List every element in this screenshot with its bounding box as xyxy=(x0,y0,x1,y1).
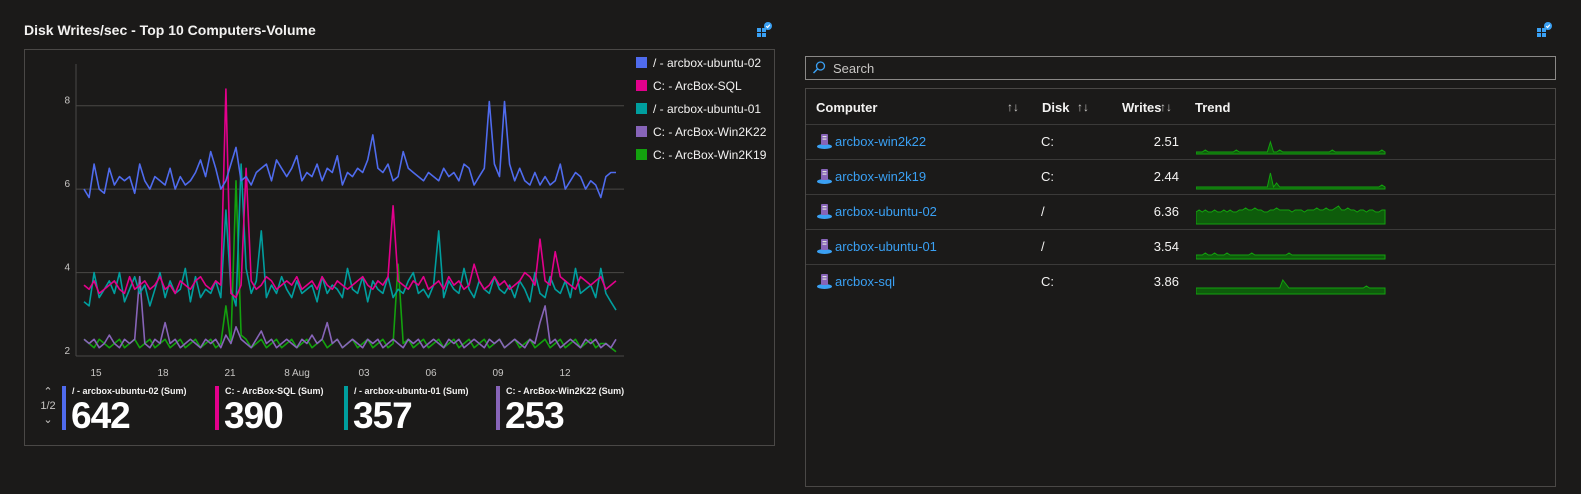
trend-sparkline xyxy=(1196,252,1386,260)
trend-sparkline xyxy=(1196,140,1386,155)
sort-icon[interactable]: ↑↓ xyxy=(1077,100,1089,114)
summary-value: 642 xyxy=(71,395,131,436)
writes-cell: 3.54 xyxy=(1153,239,1179,254)
summary-color-bar xyxy=(496,386,500,430)
pin-to-dashboard-icon[interactable] xyxy=(756,22,772,38)
y-tick-label: 2 xyxy=(64,346,70,357)
x-tick-label: 09 xyxy=(492,368,504,379)
legend-item[interactable]: C: - ArcBox-SQL xyxy=(636,74,766,97)
legend-item[interactable]: C: - ArcBox-Win2K22 xyxy=(636,120,766,143)
summary-tile[interactable]: C: - ArcBox-Win2K22 (Sum) 253 xyxy=(496,386,636,442)
trend-sparkline xyxy=(1196,205,1386,225)
chevron-down-icon[interactable]: ⌄ xyxy=(38,414,58,426)
writes-cell: 2.44 xyxy=(1153,169,1179,184)
computer-link[interactable]: arcbox-win2k19 xyxy=(835,169,926,184)
sparkline-area xyxy=(1196,140,1386,155)
x-tick-label: 8 Aug xyxy=(284,368,310,379)
sparkline-area xyxy=(1196,205,1386,225)
chart-legend: / - arcbox-ubuntu-02 C: - ArcBox-SQL / - a… xyxy=(636,51,766,166)
disk-cell: C: xyxy=(1041,134,1054,149)
y-tick-label: 4 xyxy=(64,263,70,274)
table-row[interactable]: arcbox-sql C: 3.86 xyxy=(806,264,1555,299)
computer-link[interactable]: arcbox-sql xyxy=(835,274,895,289)
y-tick-label: 8 xyxy=(64,96,70,107)
computer-icon xyxy=(817,204,832,219)
search-input[interactable]: Search xyxy=(805,56,1556,80)
sparkline-area xyxy=(1196,172,1386,190)
disk-cell: / xyxy=(1041,204,1045,219)
x-tick-label: 15 xyxy=(90,368,102,379)
pager-label: 1/2 xyxy=(40,400,56,412)
computer-icon xyxy=(817,169,832,184)
search-placeholder: Search xyxy=(833,60,875,76)
y-tick-label: 6 xyxy=(64,179,70,190)
computer-link[interactable]: arcbox-ubuntu-02 xyxy=(835,204,937,219)
summary-value: 390 xyxy=(224,395,284,436)
x-tick-label: 06 xyxy=(425,368,437,379)
legend-swatch xyxy=(636,103,647,114)
disk-cell: C: xyxy=(1041,274,1054,289)
legend-swatch xyxy=(636,149,647,160)
sort-icon[interactable]: ↑↓ xyxy=(1160,100,1172,114)
summary-tile[interactable]: C: - ArcBox-SQL (Sum) 390 xyxy=(215,386,355,442)
legend-item[interactable]: / - arcbox-ubuntu-01 xyxy=(636,97,766,120)
series-line[interactable] xyxy=(83,88,617,299)
sparkline-area xyxy=(1196,278,1386,295)
pin-to-dashboard-icon[interactable] xyxy=(1536,22,1552,38)
legend-item[interactable]: C: - ArcBox-Win2K19 xyxy=(636,143,766,166)
legend-swatch xyxy=(636,80,647,91)
legend-label: C: - ArcBox-Win2K19 xyxy=(653,147,767,162)
trend-sparkline xyxy=(1196,278,1386,295)
panel-title: Disk Writes/sec - Top 10 Computers-Volum… xyxy=(24,22,316,38)
legend-swatch xyxy=(636,57,647,68)
column-header-disk[interactable]: Disk xyxy=(1042,100,1069,115)
sort-icon[interactable]: ↑↓ xyxy=(1007,100,1019,114)
summary-value: 253 xyxy=(505,395,565,436)
summary-tile[interactable]: / - arcbox-ubuntu-01 (Sum) 357 xyxy=(344,386,484,442)
legend-swatch xyxy=(636,126,647,137)
computer-link[interactable]: arcbox-win2k22 xyxy=(835,134,926,149)
column-header-writes[interactable]: Writes xyxy=(1122,100,1162,115)
legend-label: / - arcbox-ubuntu-02 xyxy=(653,55,762,70)
series-line[interactable] xyxy=(83,100,616,199)
computer-link[interactable]: arcbox-ubuntu-01 xyxy=(835,239,937,254)
legend-item[interactable]: / - arcbox-ubuntu-02 xyxy=(636,51,766,74)
computer-icon xyxy=(817,239,832,254)
writes-cell: 3.86 xyxy=(1153,274,1179,289)
sparkline-area xyxy=(1196,252,1386,260)
writes-cell: 2.51 xyxy=(1153,134,1179,149)
writes-cell: 6.36 xyxy=(1153,204,1179,219)
table-row[interactable]: arcbox-win2k19 C: 2.44 xyxy=(806,159,1555,194)
summary-tile[interactable]: / - arcbox-ubuntu-02 (Sum) 642 xyxy=(62,386,202,442)
table-row[interactable]: arcbox-win2k22 C: 2.51 xyxy=(806,124,1555,159)
x-tick-label: 03 xyxy=(358,368,370,379)
table-row[interactable]: arcbox-ubuntu-01 / 3.54 xyxy=(806,229,1555,264)
column-header-trend: Trend xyxy=(1195,100,1231,115)
search-icon xyxy=(812,61,826,74)
summary-color-bar xyxy=(215,386,219,430)
x-tick-label: 18 xyxy=(157,368,169,379)
computer-icon xyxy=(817,274,832,289)
x-tick-label: 21 xyxy=(224,368,236,379)
legend-label: C: - ArcBox-SQL xyxy=(653,78,742,93)
legend-label: C: - ArcBox-Win2K22 xyxy=(653,124,767,139)
computer-icon xyxy=(817,134,832,149)
summary-value: 357 xyxy=(353,395,413,436)
summary-color-bar xyxy=(62,386,66,430)
disk-cell: / xyxy=(1041,239,1045,254)
legend-label: / - arcbox-ubuntu-01 xyxy=(653,101,762,116)
x-tick-label: 12 xyxy=(559,368,571,379)
summary-pager[interactable]: ⌃ 1/2 ⌄ xyxy=(38,386,58,426)
summary-color-bar xyxy=(344,386,348,430)
chevron-up-icon[interactable]: ⌃ xyxy=(38,386,58,398)
table-row[interactable]: arcbox-ubuntu-02 / 6.36 xyxy=(806,194,1555,229)
column-header-computer[interactable]: Computer xyxy=(816,100,877,115)
disk-cell: C: xyxy=(1041,169,1054,184)
trend-sparkline xyxy=(1196,172,1386,190)
